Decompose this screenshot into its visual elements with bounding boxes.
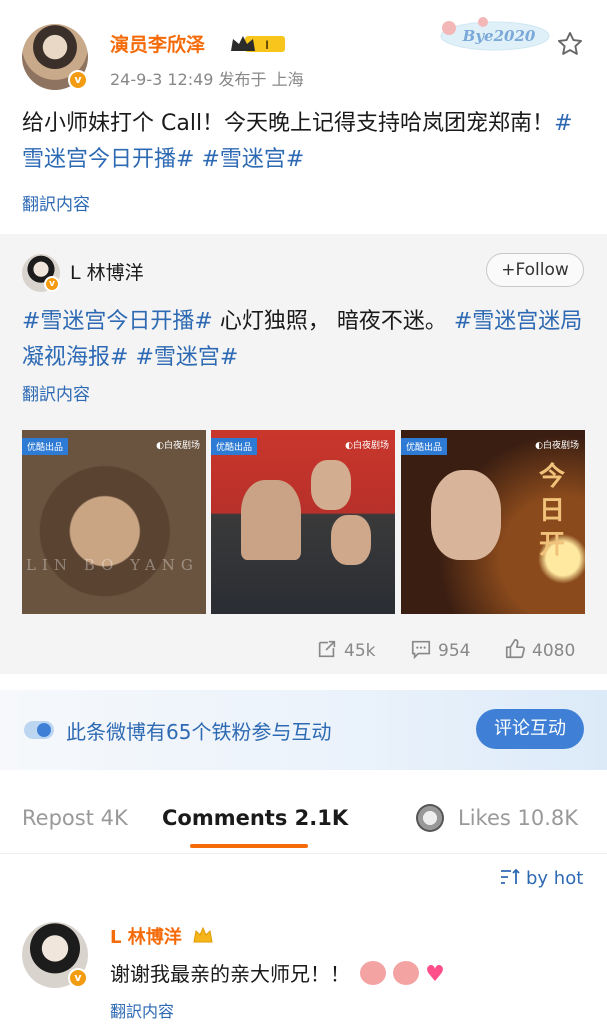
hashtag-link[interactable]: #雪迷宫#: [201, 147, 304, 172]
comment-icon: [411, 640, 431, 660]
follow-button[interactable]: +Follow: [486, 253, 584, 287]
repost-author-name[interactable]: L 林博洋: [70, 258, 144, 285]
detail-tabs: Repost 4K Comments 2.1K Likes 10.8K: [0, 786, 607, 854]
favorite-star-icon[interactable]: [556, 30, 584, 58]
sort-icon: [501, 868, 520, 884]
active-tab-indicator: [190, 844, 308, 848]
heart-emoji-icon: ♥: [425, 962, 445, 987]
author-name[interactable]: 演员李欣泽: [110, 30, 205, 57]
share-icon: [318, 640, 336, 658]
repost-text: #雪迷宫今日开播# 心灯独照， 暗夜不迷。 #雪迷宫迷局凝视海报# #雪迷宫#: [22, 304, 587, 376]
hashtag-link[interactable]: #雪迷宫#: [135, 345, 238, 370]
fan-interaction-text: 此条微博有65个铁粉参与互动: [66, 720, 332, 744]
toggle-icon: [24, 721, 54, 739]
reposted-content[interactable]: v L 林博洋 +Follow #雪迷宫今日开播# 心灯独照， 暗夜不迷。 #雪…: [0, 234, 607, 674]
post-text: 给小师妹打个 Call！今天晚上记得支持哈岚团宠郑南！#雪迷宫今日开播# #雪迷…: [22, 106, 587, 178]
hashtag-link[interactable]: #雪迷宫今日开播#: [22, 309, 213, 334]
crown-icon: [193, 926, 213, 943]
post-text-body: 给小师妹打个 Call！今天晚上记得支持哈岚团宠郑南！: [22, 111, 555, 136]
fan-interaction-banner[interactable]: 此条微博有65个铁粉参与互动 评论互动: [0, 690, 607, 770]
post-header: v 演员李欣泽 I 24-9-3 12:49 发布于 上海 Bye2020: [0, 0, 607, 100]
translate-link[interactable]: 翻訳内容: [22, 190, 90, 215]
bye2020-sticker: Bye2020: [440, 17, 550, 51]
smile-emoji-icon: [360, 961, 387, 985]
tab-comments[interactable]: Comments 2.1K: [162, 806, 348, 830]
translate-link[interactable]: 翻訳内容: [110, 998, 174, 1022]
comment-interact-button[interactable]: 评论互动: [476, 709, 584, 749]
poster-image[interactable]: 优酷出品 ◐白夜剧场 今日开: [401, 430, 585, 614]
comment-text: 谢谢我最亲的亲大师兄！！ ♥: [110, 961, 445, 987]
translate-link[interactable]: 翻訳内容: [22, 380, 90, 405]
poster-image[interactable]: 优酷出品 ◐白夜剧场: [211, 430, 395, 614]
smile-emoji-icon: [392, 961, 419, 985]
liker-avatar: [416, 804, 444, 832]
repost-text-body: 心灯独照， 暗夜不迷。: [212, 309, 447, 334]
tab-repost[interactable]: Repost 4K: [22, 806, 128, 830]
thumbs-up-icon: [505, 639, 525, 659]
commenter-name[interactable]: L 林博洋: [110, 923, 214, 949]
member-crown-icon[interactable]: I: [229, 33, 287, 55]
comment-count[interactable]: 954: [410, 638, 470, 661]
verified-badge-icon: v: [68, 70, 88, 90]
level-badge: I: [265, 38, 268, 52]
verified-badge-icon: v: [44, 276, 60, 292]
sort-by-hot[interactable]: by hot: [500, 868, 583, 889]
repost-count[interactable]: 45k: [316, 638, 375, 661]
tab-likes[interactable]: Likes 10.8K: [458, 806, 578, 830]
poster-image[interactable]: 优酷出品 ◐白夜剧场 LIN BO YANG: [22, 430, 206, 614]
post-meta: 24-9-3 12:49 发布于 上海: [110, 70, 304, 89]
like-count[interactable]: 4080: [504, 638, 575, 661]
svg-text:Bye2020: Bye2020: [462, 27, 536, 45]
verified-badge-icon: v: [68, 968, 88, 988]
